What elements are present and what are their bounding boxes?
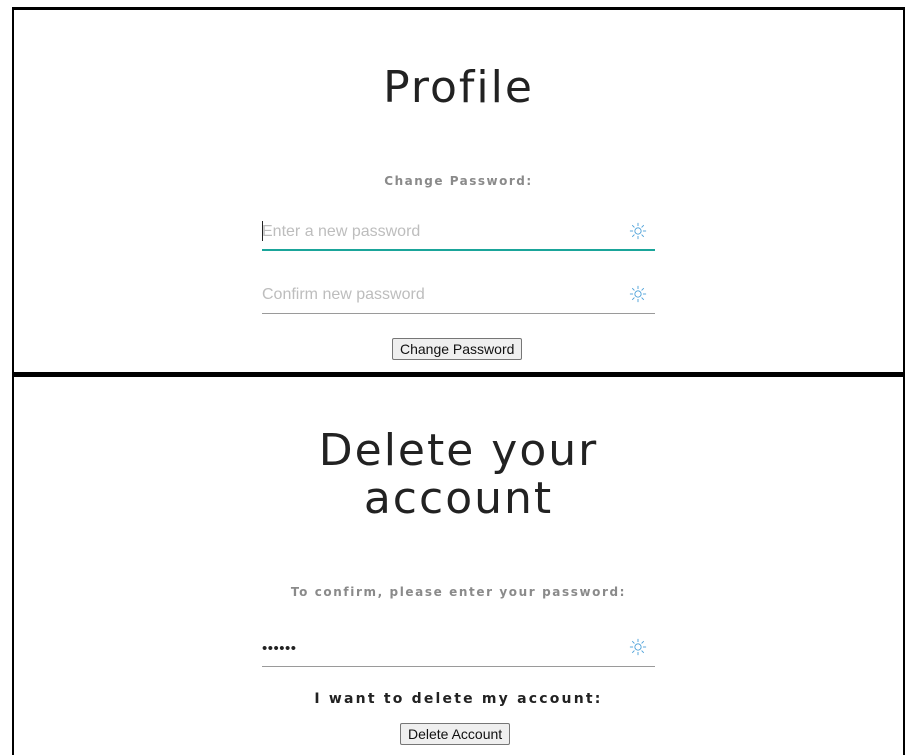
delete-title-line1: Delete your	[318, 425, 599, 476]
delete-password-field[interactable]	[262, 627, 655, 667]
delete-account-button[interactable]: Delete Account	[400, 723, 511, 745]
delete-account-panel: Delete your account To confirm, please e…	[12, 374, 905, 755]
confirm-password-input[interactable]	[262, 282, 612, 308]
new-password-input[interactable]	[262, 219, 612, 245]
sun-eye-icon[interactable]	[629, 222, 647, 240]
confirm-password-label: To confirm, please enter your password:	[290, 585, 627, 599]
sun-eye-icon[interactable]	[629, 285, 647, 303]
confirm-password-field[interactable]	[262, 274, 655, 314]
new-password-field[interactable]	[262, 211, 655, 251]
delete-password-input[interactable]	[262, 635, 612, 661]
delete-confirm-label: I want to delete my account:	[314, 691, 603, 707]
change-password-label: Change Password:	[384, 174, 533, 188]
page-title: Profile	[383, 62, 534, 113]
change-password-button[interactable]: Change Password	[392, 338, 523, 360]
sun-eye-icon[interactable]	[629, 638, 647, 656]
profile-panel: Profile Change Password: Change Password	[12, 7, 905, 374]
delete-title-line2: account	[363, 473, 554, 524]
delete-title: Delete your account	[14, 427, 903, 523]
